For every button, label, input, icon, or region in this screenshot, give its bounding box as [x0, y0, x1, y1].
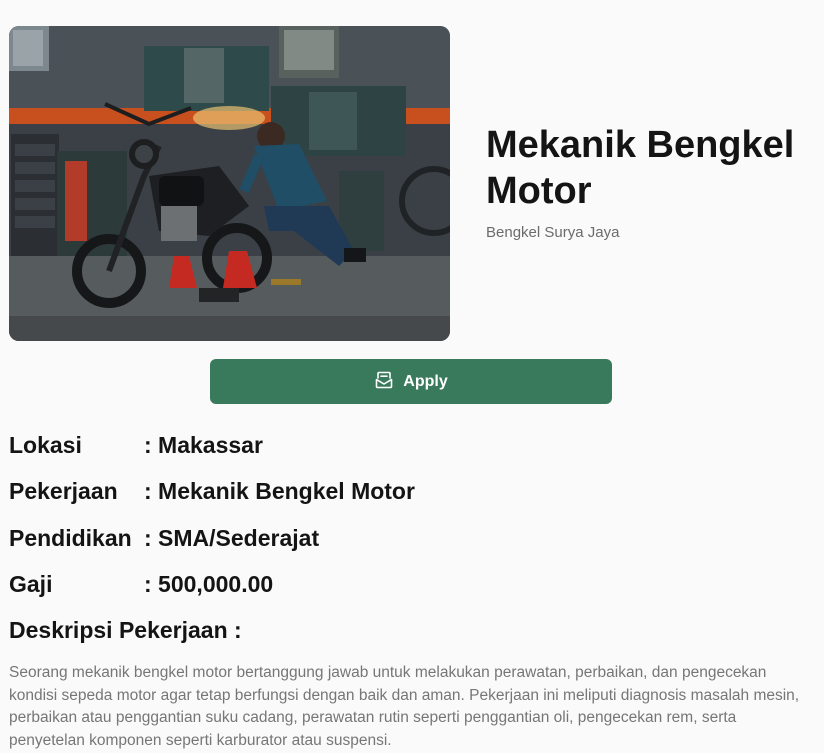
detail-value: : SMA/Sederajat: [144, 525, 320, 551]
job-title: Mekanik Bengkel Motor: [486, 124, 795, 212]
apply-button[interactable]: Apply: [210, 359, 612, 404]
detail-value: : 500,000.00: [144, 571, 274, 597]
apply-button-label: Apply: [403, 372, 448, 390]
detail-key: Lokasi: [9, 432, 82, 458]
description-text: Seorang mekanik bengkel motor bertanggun…: [9, 664, 800, 749]
detail-key: Pendidikan: [9, 525, 132, 551]
job-photo-mechanic: [9, 26, 450, 341]
company-name: Bengkel Surya Jaya: [486, 224, 620, 241]
detail-value: : Mekanik Bengkel Motor: [144, 478, 415, 504]
description-heading: Deskripsi Pekerjaan :: [9, 617, 242, 643]
inbox-apply-icon: [374, 370, 394, 393]
job-detail-page: Mekanik Bengkel Motor Bengkel Surya Jaya…: [0, 0, 824, 753]
detail-value: : Makassar: [144, 432, 263, 458]
detail-key: Pekerjaan: [9, 478, 118, 504]
detail-key: Gaji: [9, 571, 53, 597]
